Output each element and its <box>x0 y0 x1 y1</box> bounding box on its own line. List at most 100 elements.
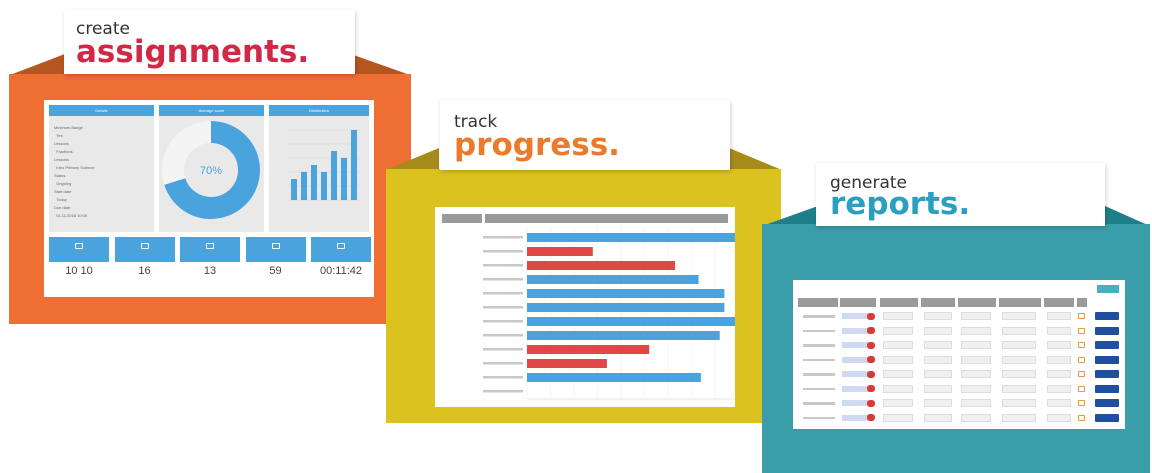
stat-value: 16 <box>138 265 151 277</box>
progress-row-label <box>483 334 523 337</box>
reports-badge <box>867 312 875 320</box>
reports-cell <box>924 312 952 320</box>
stat-tile <box>245 237 306 262</box>
reports-cell <box>961 399 991 407</box>
reports-progress-pill <box>842 385 868 392</box>
reports-row-icon[interactable] <box>1078 342 1085 348</box>
stat-tile-icon <box>271 243 280 249</box>
reports-row-icon[interactable] <box>1078 327 1085 334</box>
progress-bar <box>527 247 593 256</box>
progress-bar <box>527 359 607 368</box>
reports-cell <box>1002 355 1036 364</box>
reports-action-button[interactable] <box>1095 399 1119 407</box>
reports-row-icon[interactable] <box>1078 356 1085 363</box>
assignments-big-text: assignments. <box>76 34 310 70</box>
progress-row-label <box>483 250 523 253</box>
reports-cell <box>883 341 913 349</box>
reports-row-icon[interactable] <box>1078 385 1085 392</box>
reports-row-icon[interactable] <box>1078 313 1085 319</box>
stat-tile-icon <box>337 243 345 249</box>
reports-column-header <box>840 298 876 307</box>
progress-bar <box>527 261 676 270</box>
distribution-bar <box>341 158 347 200</box>
reports-cell <box>924 384 952 393</box>
progress-bar <box>527 233 735 242</box>
progress-row-label <box>483 306 523 309</box>
progress-row-label <box>483 376 523 379</box>
reports-export-button[interactable] <box>1097 285 1119 293</box>
progress-row-label <box>483 362 523 365</box>
stat-value: 59 <box>269 265 282 277</box>
reports-cell <box>961 413 991 422</box>
reports-cell <box>961 312 991 320</box>
reports-cell <box>883 370 913 378</box>
reports-cell <box>1002 370 1036 378</box>
reports-action-button[interactable] <box>1095 384 1119 393</box>
distribution-bar <box>321 172 327 200</box>
reports-cell <box>924 341 952 349</box>
reports-cell <box>1047 384 1071 393</box>
reports-cell <box>1047 413 1071 422</box>
progress-chart <box>483 227 735 400</box>
reports-cell <box>883 312 913 320</box>
reports-row-name <box>803 416 835 419</box>
reports-column-header <box>798 298 838 307</box>
reports-cell <box>883 326 913 335</box>
reports-cell <box>1047 341 1071 349</box>
reports-badge <box>867 399 875 407</box>
reports-column-header <box>999 298 1041 307</box>
reports-cell <box>1002 413 1036 422</box>
reports-action-button[interactable] <box>1095 355 1119 364</box>
reports-cell <box>883 413 913 422</box>
reports-column-header <box>958 298 996 307</box>
stat-value: 00:11:42 <box>319 265 362 277</box>
progress-bar <box>527 275 699 284</box>
distribution-bar <box>311 165 317 200</box>
progress-header-bar <box>485 214 728 223</box>
reports-action-button[interactable] <box>1095 326 1119 335</box>
progress-row-label <box>483 348 523 351</box>
reports-row-name <box>803 402 835 405</box>
card-average-header: Average score <box>159 105 264 116</box>
reports-row-icon[interactable] <box>1078 400 1085 406</box>
reports-cell <box>924 355 952 364</box>
reports-cell <box>1047 399 1071 407</box>
reports-cell <box>961 326 991 335</box>
progress-bar <box>527 303 725 312</box>
reports-column-header <box>880 298 918 307</box>
reports-cell <box>883 355 913 364</box>
reports-cell <box>961 355 991 364</box>
reports-screenshot <box>793 280 1125 429</box>
reports-progress-pill <box>842 414 868 421</box>
reports-action-button[interactable] <box>1095 413 1119 422</box>
progress-row-label <box>483 292 523 295</box>
reports-badge <box>867 370 875 378</box>
reports-action-button[interactable] <box>1095 312 1119 320</box>
reports-cell <box>961 370 991 378</box>
progress-bar <box>527 331 720 340</box>
reports-column-header <box>1077 298 1087 307</box>
reports-progress-pill <box>842 342 868 348</box>
reports-row-icon[interactable] <box>1078 371 1085 377</box>
marketing-collage: create assignments. Details Minimum Badg… <box>0 0 1152 473</box>
reports-cell <box>924 326 952 335</box>
reports-action-button[interactable] <box>1095 370 1119 378</box>
assignments-panel: create assignments. Details Minimum Badg… <box>0 0 420 330</box>
reports-column-header <box>921 298 955 307</box>
distribution-bar <box>331 151 337 200</box>
reports-action-button[interactable] <box>1095 341 1119 349</box>
reports-cell <box>1002 326 1036 335</box>
reports-column-header <box>1044 298 1074 307</box>
distribution-bar <box>301 172 307 200</box>
stat-tile <box>114 237 175 262</box>
reports-big-text: reports. <box>830 186 971 222</box>
progress-row-label <box>483 236 523 239</box>
progress-row-label <box>483 320 523 323</box>
reports-progress-pill <box>842 313 868 319</box>
progress-bar <box>527 345 650 354</box>
reports-cell <box>1002 384 1036 393</box>
reports-row-icon[interactable] <box>1078 414 1085 421</box>
reports-cell <box>961 341 991 349</box>
reports-cell <box>1002 312 1036 320</box>
reports-cell <box>924 399 952 407</box>
